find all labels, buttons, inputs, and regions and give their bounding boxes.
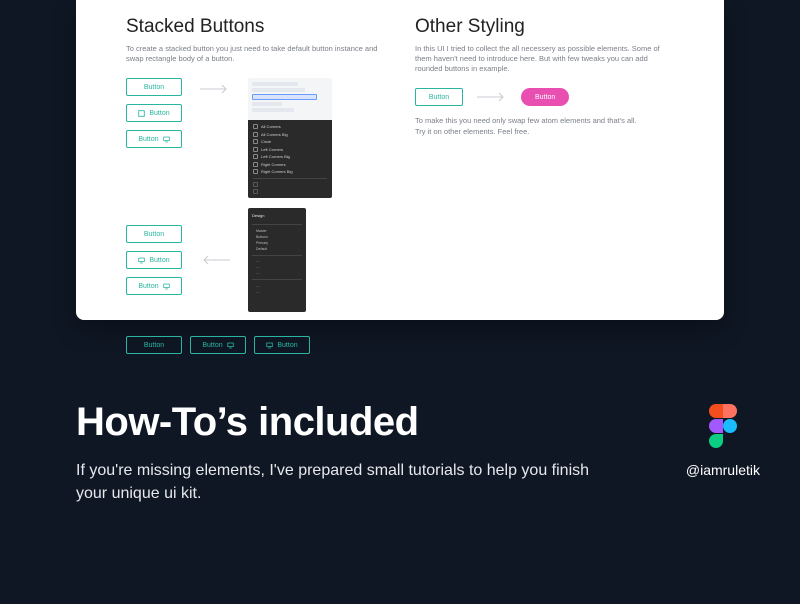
hero-subtitle: If you're missing elements, I've prepare… — [76, 459, 596, 505]
hero-footer: How-To’s included If you're missing elem… — [76, 400, 760, 505]
monitor-icon — [227, 342, 234, 349]
figma-radius-menu: All Corners All Corners Big Circle Left … — [248, 120, 332, 198]
section-title: Stacked Buttons — [126, 16, 405, 38]
monitor-icon — [138, 257, 145, 264]
monitor-icon — [163, 283, 170, 290]
square-icon — [138, 110, 145, 117]
button-stack-2: Button Button Button — [126, 225, 182, 295]
button-default[interactable]: Button — [126, 78, 182, 96]
button-icon-left[interactable]: Button — [126, 251, 182, 269]
button-icon-right[interactable]: Button — [126, 130, 182, 148]
example-row-3: Button Button Button — [126, 336, 405, 354]
stacked-buttons-section: Stacked Buttons To create a stacked butt… — [126, 16, 405, 308]
section-description: In this UI I tried to collect the all ne… — [415, 44, 675, 74]
arrow-left-icon — [200, 255, 230, 265]
author-handle[interactable]: @iamruletik — [686, 462, 760, 478]
hero-text: How-To’s included If you're missing elem… — [76, 400, 596, 505]
example-row-2: Button Button Button Design Master Butto… — [126, 208, 405, 312]
example-row-1: Button Button Button — [126, 78, 405, 198]
button-icon-right[interactable]: Button — [126, 277, 182, 295]
arrow-right-icon — [200, 84, 230, 94]
figma-layers-mock — [248, 78, 332, 120]
other-styling-section: Other Styling In this UI I tried to coll… — [415, 16, 694, 308]
button-stack-1: Button Button Button — [126, 78, 182, 148]
figma-panel-mock: All Corners All Corners Big Circle Left … — [248, 78, 332, 198]
note-line-1: To make this you need only swap few atom… — [415, 116, 694, 126]
button-icon-left[interactable]: Button — [254, 336, 310, 354]
button-default[interactable]: Button — [126, 225, 182, 243]
author-block: @iamruletik — [686, 404, 760, 478]
monitor-icon — [163, 136, 170, 143]
button-icon-right[interactable]: Button — [190, 336, 246, 354]
section-description: To create a stacked button you just need… — [126, 44, 386, 64]
section-title: Other Styling — [415, 16, 694, 38]
figma-icon — [708, 404, 738, 448]
hero-title: How-To’s included — [76, 400, 596, 445]
arrow-right-icon — [477, 92, 507, 102]
note-line-2: Try it on other elements. Feel free. — [415, 127, 694, 137]
tutorial-card: Stacked Buttons To create a stacked butt… — [76, 0, 724, 320]
pill-example-row: Button Button — [415, 88, 694, 106]
button-default[interactable]: Button — [126, 336, 182, 354]
button-icon-left[interactable]: Button — [126, 104, 182, 122]
figma-design-panel: Design Master Buttons Primary Default — … — [248, 208, 306, 312]
button-pill[interactable]: Button — [521, 88, 569, 106]
button-default[interactable]: Button — [415, 88, 463, 106]
monitor-icon — [266, 342, 273, 349]
